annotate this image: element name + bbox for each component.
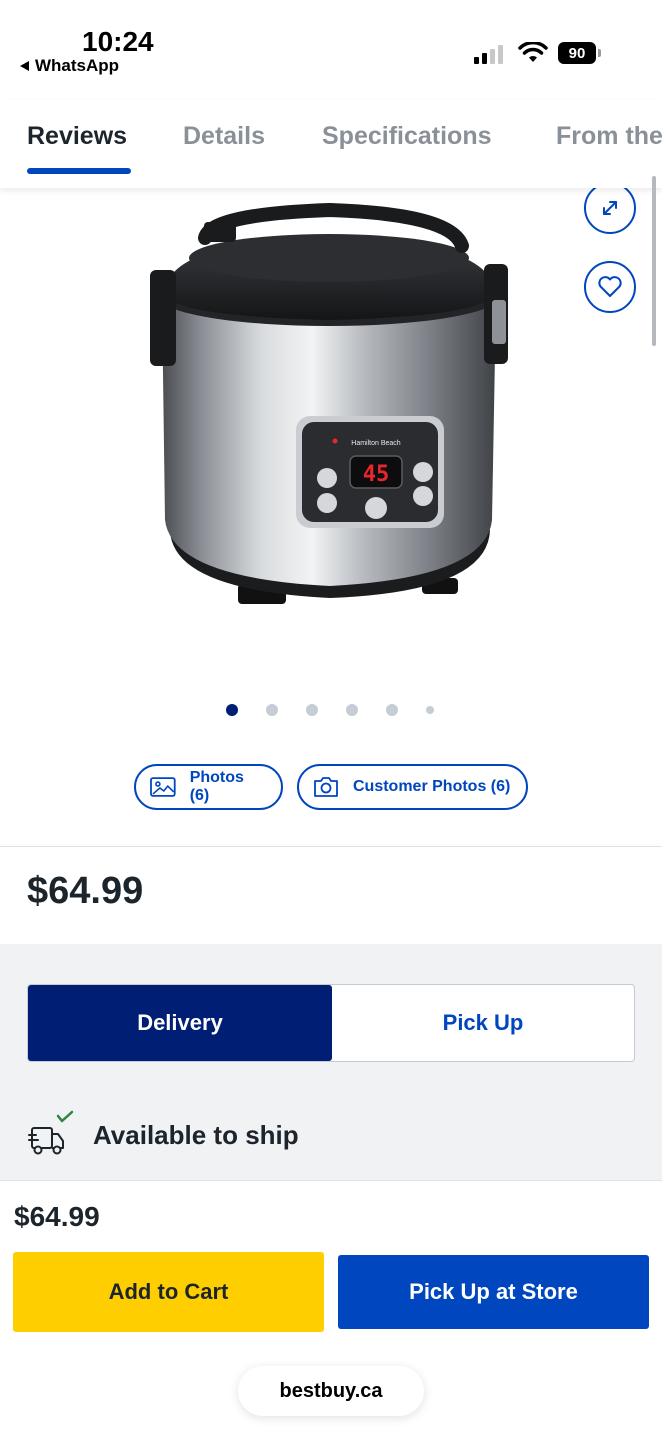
tab-details[interactable]: Details (183, 122, 265, 151)
active-tab-indicator (27, 168, 131, 174)
battery-level: 90 (558, 42, 596, 64)
carousel-dot[interactable] (226, 704, 238, 716)
expand-arrows-icon (603, 201, 617, 215)
delivery-option-button[interactable]: Delivery (28, 985, 332, 1061)
product-price: $64.99 (27, 870, 144, 912)
wifi-icon (518, 42, 548, 62)
cellular-signal-icon (474, 44, 503, 64)
camera-icon (314, 777, 338, 797)
image-icon (150, 777, 176, 797)
rice-cooker-image: Hamilton Beach 45 (150, 202, 508, 604)
section-divider (0, 846, 662, 847)
photos-button[interactable]: Photos (6) (134, 764, 283, 810)
fulfillment-section: Delivery Pick Up Available to ship (0, 944, 662, 1180)
carousel-dot[interactable] (306, 704, 318, 716)
status-time: 10:24 (82, 26, 154, 57)
sticky-purchase-bar: $64.99 Add to Cart Pick Up at Store best… (0, 1180, 662, 1441)
carousel-dot[interactable] (266, 704, 278, 716)
availability-status: Available to ship (93, 1120, 299, 1150)
product-tabs: Reviews Details Specifications From the (0, 100, 662, 188)
add-to-wishlist-button[interactable] (584, 261, 636, 313)
browser-url-pill[interactable]: bestbuy.ca (238, 1366, 424, 1416)
tab-specifications[interactable]: Specifications (322, 122, 492, 151)
photos-button-label: Photos (6) (189, 769, 244, 804)
customer-photos-button-label: Customer Photos (6) (353, 778, 511, 795)
add-to-cart-button[interactable]: Add to Cart (13, 1252, 324, 1332)
carousel-dot[interactable] (346, 704, 358, 716)
customer-photos-button[interactable]: Customer Photos (6) (297, 764, 528, 810)
back-app-label: WhatsApp (35, 56, 120, 75)
carousel-dot[interactable] (386, 704, 398, 716)
heart-icon (598, 276, 622, 297)
brand-logo-text: Hamilton Beach (351, 440, 401, 447)
carousel-dots (226, 704, 434, 716)
cooker-display-digits: 45 (363, 462, 390, 487)
sticky-price: $64.99 (14, 1201, 100, 1232)
status-bar: 10:24 WhatsApp 90 (0, 0, 662, 100)
fulfillment-toggle: Delivery Pick Up (27, 984, 635, 1062)
tab-reviews[interactable]: Reviews (27, 122, 127, 151)
shipping-truck-check-icon (28, 1110, 74, 1155)
back-triangle-icon (20, 61, 29, 71)
carousel-dot[interactable] (426, 706, 434, 714)
tab-from-the-manufacturer[interactable]: From the (556, 122, 662, 151)
battery-icon: 90 (558, 42, 601, 64)
pickup-option-button[interactable]: Pick Up (332, 985, 634, 1061)
back-to-app-link[interactable]: WhatsApp (20, 56, 119, 76)
expand-image-button[interactable] (584, 182, 636, 234)
pick-up-at-store-button[interactable]: Pick Up at Store (338, 1255, 649, 1329)
product-image-carousel[interactable]: Hamilton Beach 45 (0, 188, 662, 658)
page-scrollbar[interactable] (652, 176, 656, 346)
